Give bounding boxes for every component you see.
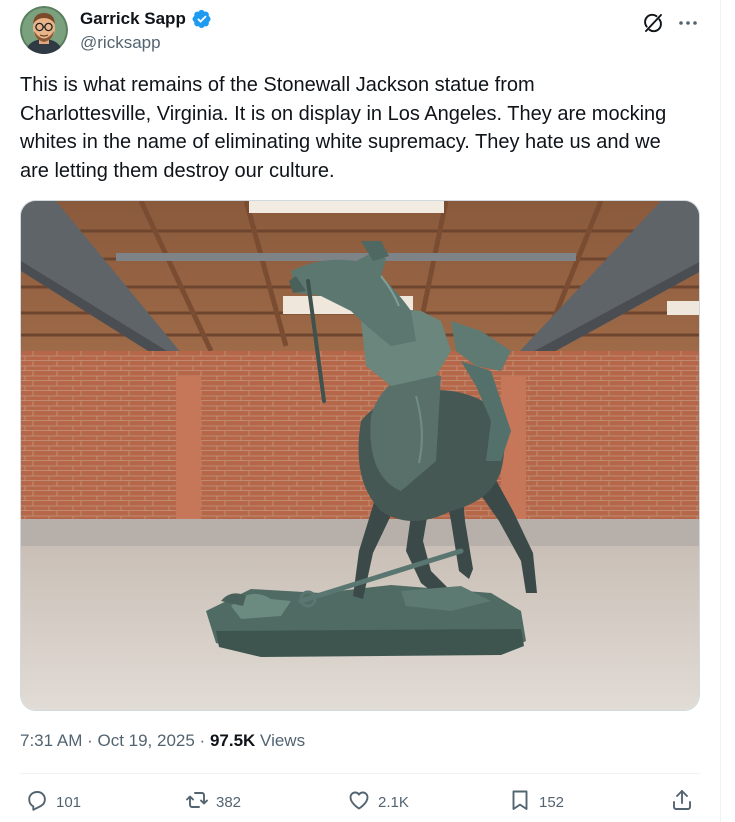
tweet-photo[interactable] xyxy=(20,200,700,711)
verified-badge-icon xyxy=(192,9,212,29)
timeline-border xyxy=(720,0,721,822)
action-bar: 101 382 2.1K 152 xyxy=(20,785,700,819)
tweet-text: This is what remains of the Stonewall Ja… xyxy=(20,74,667,182)
more-options-icon[interactable] xyxy=(676,11,700,35)
like-button[interactable]: 2.1K xyxy=(347,785,409,819)
repost-icon xyxy=(185,788,209,816)
bookmark-icon xyxy=(508,788,532,816)
tweet-meta: 7:31 AM · Oct 19, 2025 · 97.5K Views xyxy=(20,731,305,751)
reply-count: 101 xyxy=(56,793,82,811)
author-name[interactable]: Garrick Sapp xyxy=(80,9,186,29)
like-count: 2.1K xyxy=(378,793,409,811)
author-handle[interactable]: @ricksapp xyxy=(80,33,161,53)
bookmark-button[interactable]: 152 xyxy=(508,785,564,819)
timestamp[interactable]: 7:31 AM · Oct 19, 2025 xyxy=(20,731,195,750)
views-count: 97.5K xyxy=(209,731,256,750)
share-button[interactable] xyxy=(670,785,694,819)
repost-count: 382 xyxy=(216,793,242,811)
repost-button[interactable]: 382 xyxy=(185,785,241,819)
share-icon xyxy=(670,788,694,816)
bookmark-count: 152 xyxy=(539,793,565,811)
avatar[interactable] xyxy=(20,6,68,54)
reply-button[interactable]: 101 xyxy=(25,785,81,819)
reply-icon xyxy=(25,788,49,816)
views-label: Views xyxy=(255,731,306,750)
tweet-header: Garrick Sapp @ricksapp xyxy=(20,6,700,60)
heart-icon xyxy=(347,788,371,816)
meta-separator: · xyxy=(194,731,210,750)
grok-icon[interactable] xyxy=(641,11,665,35)
divider xyxy=(20,773,700,774)
